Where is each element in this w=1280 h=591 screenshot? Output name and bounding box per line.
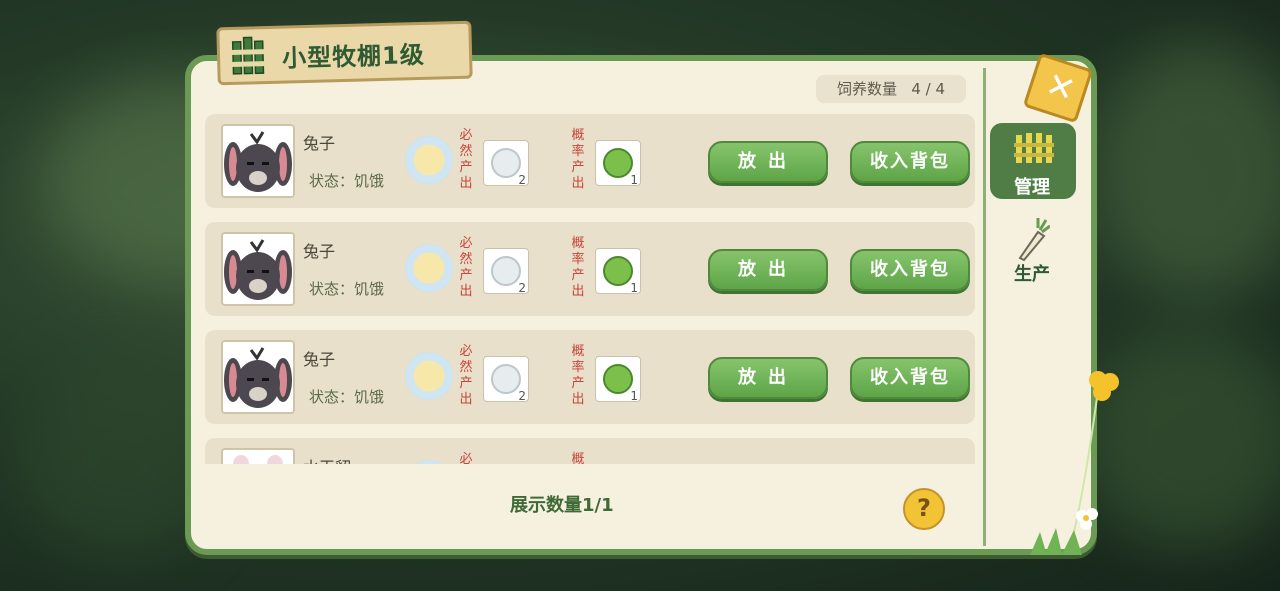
carrot-icon [1018,218,1050,262]
animal-portrait [221,232,295,306]
flower-decoration-icon [1030,371,1119,555]
guaranteed-output-label: 必然产出 [459,236,473,299]
food-bowl-icon[interactable] [405,352,453,400]
fur-item[interactable]: 2 [483,248,529,295]
guaranteed-output-label: 必然产出 [459,452,473,464]
chance-output-label: 概率产出 [571,452,585,464]
rabbit-icon [223,234,293,304]
item-count: 1 [630,389,638,403]
fence-icon [1014,133,1054,163]
item-count: 2 [518,281,526,295]
fence-icon [230,36,266,75]
fur-item[interactable]: 2 [483,356,529,403]
stash-button[interactable]: 收入背包 [850,249,970,291]
panel-divider [983,68,986,546]
display-count: 展示数量1/1 [510,495,614,516]
stash-button[interactable]: 收入背包 [850,357,970,399]
item-count: 2 [518,389,526,403]
animal-status: 状态：饥饿 [309,388,385,406]
grass-item[interactable]: 1 [595,140,641,187]
animal-status: 状态：饥饿 [309,280,385,298]
mink-icon [223,450,293,464]
grass-item[interactable]: 1 [595,248,641,295]
item-count: 1 [630,173,638,187]
animal-list[interactable]: 兔子 状态：饥饿 必然产出 2 概率产出 1 放出 收入背包 兔子 状态：饥饿 … [205,112,975,464]
chance-output-label: 概率产出 [571,344,585,407]
page-title: 小型牧棚1级 [281,40,426,73]
tab-manage[interactable]: 管理 [990,123,1076,199]
animal-name: 兔子 [303,350,336,369]
list-item: 兔子 状态：饥饿 必然产出 2 概率产出 1 放出 收入背包 [205,330,975,424]
background-foliage [1090,40,1280,300]
rabbit-icon [223,342,293,412]
title-plate: 小型牧棚1级 [216,20,473,86]
guaranteed-output-label: 必然产出 [459,344,473,407]
fur-item[interactable]: 2 [483,140,529,187]
animal-portrait [221,124,295,198]
feed-count-label: 饲养数量 [836,80,897,98]
animal-name: 兔子 [303,134,336,153]
chance-output-label: 概率产出 [571,128,585,191]
stash-button[interactable]: 收入背包 [850,141,970,183]
animal-name: 水玉貂 [303,454,351,464]
item-count: 2 [518,173,526,187]
feed-count-value: 4 / 4 [911,80,945,98]
animal-name: 兔子 [303,242,336,261]
animal-portrait [221,448,295,464]
release-button[interactable]: 放出 [708,357,828,399]
animal-status: 状态：饥饿 [309,172,385,190]
tab-produce[interactable]: 生产 [990,212,1076,288]
tab-produce-label: 生产 [1014,264,1050,285]
release-button[interactable]: 放出 [708,249,828,291]
food-bowl-icon[interactable] [405,460,453,464]
animal-portrait [221,340,295,414]
rabbit-icon [223,126,293,196]
list-item: 兔子 状态：饥饿 必然产出 2 概率产出 1 放出 收入背包 [205,222,975,316]
chance-output-label: 概率产出 [571,236,585,299]
release-button[interactable]: 放出 [708,141,828,183]
guaranteed-output-label: 必然产出 [459,128,473,191]
grass-item[interactable]: 1 [595,356,641,403]
food-bowl-icon[interactable] [405,136,453,184]
close-icon: ✕ [1040,64,1081,112]
tab-manage-label: 管理 [1014,177,1050,198]
item-count: 1 [630,281,638,295]
help-button[interactable]: ? [903,488,945,530]
list-item: 兔子 状态：饥饿 必然产出 2 概率产出 1 放出 收入背包 [205,114,975,208]
food-bowl-icon[interactable] [405,244,453,292]
feed-count: 饲养数量 4 / 4 [816,75,966,103]
list-item: 水玉貂 必然产出 概率产出 [205,438,975,464]
